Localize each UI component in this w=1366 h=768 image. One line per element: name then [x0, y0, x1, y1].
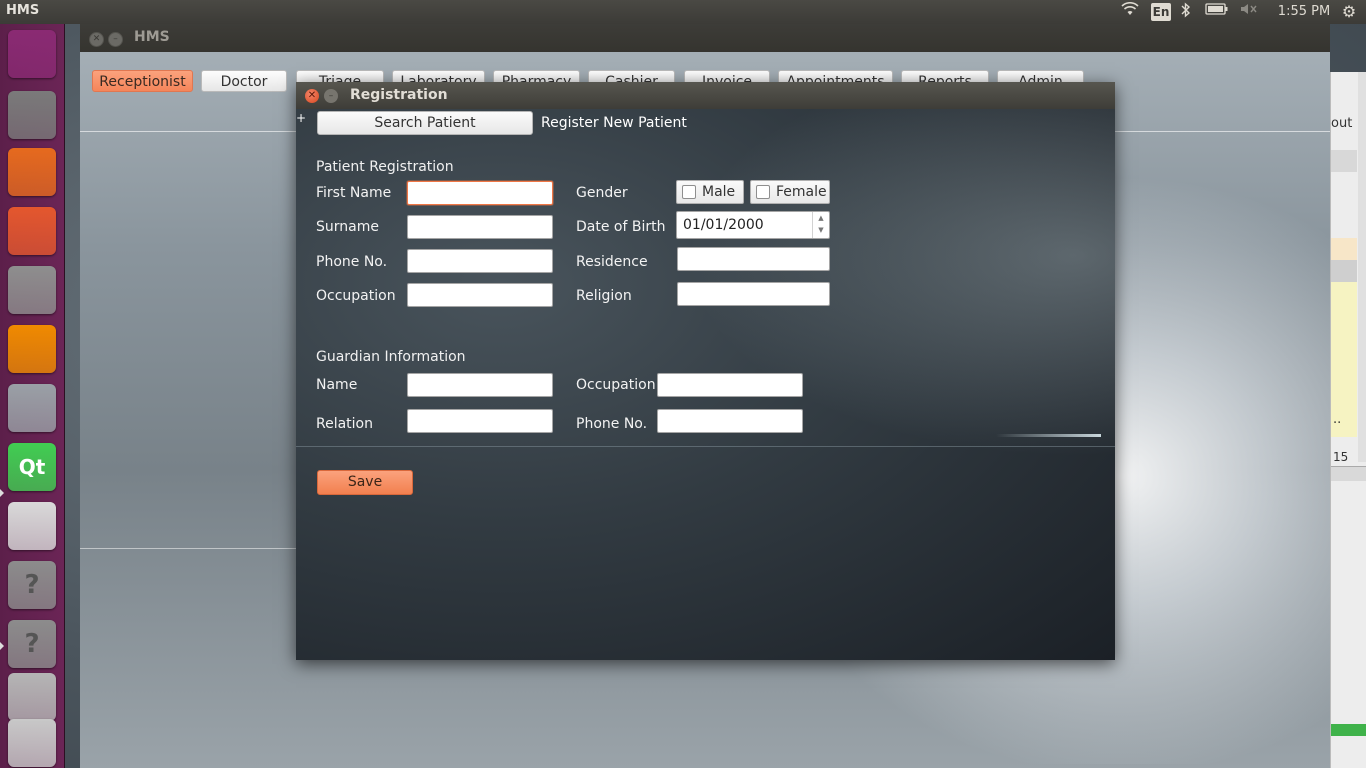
guardian-relation-label: Relation: [316, 416, 373, 432]
guardian-name-label: Name: [316, 377, 358, 393]
guardian-phone-input[interactable]: [657, 409, 803, 433]
background-window-edge: out .. 15: [1330, 72, 1366, 768]
running-indicator: [0, 642, 4, 650]
volume-muted-icon[interactable]: [1238, 2, 1260, 22]
toolbar-strip: [1331, 150, 1357, 172]
occupation-label: Occupation: [316, 288, 396, 304]
spin-up-icon[interactable]: ▲: [813, 214, 829, 222]
tab-search-patient[interactable]: Search Patient: [317, 111, 533, 135]
edge-ellipsis: ..: [1333, 412, 1342, 427]
residence-label: Residence: [576, 254, 648, 270]
running-indicator: [0, 489, 4, 497]
dob-value: 01/01/2000: [683, 217, 764, 233]
text-editor-icon[interactable]: [8, 502, 56, 550]
selected-row: [1331, 260, 1357, 282]
unknown-app-icon[interactable]: ?: [8, 620, 56, 668]
database-icon[interactable]: [8, 384, 56, 432]
qt-creator-icon[interactable]: Qt: [8, 443, 56, 491]
tab-receptionist[interactable]: Receptionist: [92, 70, 193, 92]
phone-input[interactable]: [407, 249, 553, 273]
window-title: HMS: [134, 29, 170, 45]
gender-male-checkbox[interactable]: Male: [676, 180, 744, 204]
unknown-app-icon[interactable]: ?: [8, 561, 56, 609]
gender-female-label: Female: [776, 184, 827, 200]
plus-icon: +: [296, 111, 307, 125]
guardian-information-heading: Guardian Information: [316, 349, 466, 365]
divider: [80, 548, 310, 549]
drive-icon[interactable]: [8, 673, 56, 721]
panel-header: [1331, 466, 1366, 481]
registration-dialog: ✕ – Registration + Search Patient Regist…: [296, 82, 1115, 660]
ubuntu-dash-icon[interactable]: [8, 30, 56, 78]
minimize-icon[interactable]: –: [324, 89, 338, 103]
firefox-icon[interactable]: [8, 148, 56, 196]
highlight-row: [1331, 238, 1357, 260]
dob-spinner[interactable]: ▲ ▼: [812, 212, 829, 238]
battery-icon[interactable]: [1204, 2, 1230, 22]
clock[interactable]: 1:55 PM: [1276, 2, 1332, 22]
guardian-relation-input[interactable]: [407, 409, 553, 433]
first-name-label: First Name: [316, 185, 392, 201]
religion-label: Religion: [576, 288, 632, 304]
top-panel: HMS En 1:55 PM ⚙: [0, 0, 1366, 24]
guardian-name-input[interactable]: [407, 373, 553, 397]
keyboard-layout-indicator[interactable]: En: [1151, 3, 1171, 21]
checkbox-icon: [756, 185, 770, 199]
patient-registration-heading: Patient Registration: [316, 159, 454, 175]
files-icon[interactable]: [8, 91, 56, 139]
first-name-input[interactable]: [407, 181, 553, 205]
save-button[interactable]: Save: [317, 470, 413, 495]
checkbox-icon: [682, 185, 696, 199]
gender-female-checkbox[interactable]: Female: [750, 180, 830, 204]
bluetooth-icon[interactable]: [1179, 2, 1193, 22]
close-icon[interactable]: ✕: [89, 32, 104, 47]
settings-gear-icon[interactable]: ⚙: [1338, 2, 1360, 22]
system-settings-icon[interactable]: [8, 266, 56, 314]
tab-doctor[interactable]: Doctor: [201, 70, 287, 92]
launcher: Qt??: [0, 24, 65, 768]
edge-label: out: [1331, 116, 1353, 131]
minimize-icon[interactable]: –: [108, 32, 123, 47]
guardian-occupation-label: Occupation: [576, 377, 656, 393]
vlc-icon[interactable]: [8, 325, 56, 373]
decorative-accent-line: [996, 434, 1101, 437]
edge-number: 15: [1333, 450, 1349, 464]
dialog-title: Registration: [350, 87, 448, 103]
dob-date-input[interactable]: 01/01/2000 ▲ ▼: [676, 211, 830, 239]
progress-strip: [1331, 724, 1366, 736]
close-icon[interactable]: ✕: [305, 89, 319, 103]
gender-label: Gender: [576, 185, 628, 201]
hms-titlebar: ✕ – HMS: [80, 24, 1330, 52]
scrollbar[interactable]: [1358, 72, 1366, 462]
phone-label: Phone No.: [316, 254, 388, 270]
guardian-phone-label: Phone No.: [576, 416, 648, 432]
form-separator: [296, 446, 1115, 447]
removable-drive-icon[interactable]: [8, 719, 56, 767]
tab-register-new-patient[interactable]: Register New Patient: [541, 115, 687, 131]
surname-label: Surname: [316, 219, 379, 235]
dob-label: Date of Birth: [576, 219, 666, 235]
active-app-title: HMS: [6, 3, 40, 18]
spin-down-icon[interactable]: ▼: [813, 226, 829, 234]
wifi-icon[interactable]: [1119, 2, 1141, 22]
guardian-occupation-input[interactable]: [657, 373, 803, 397]
software-center-icon[interactable]: [8, 207, 56, 255]
religion-input[interactable]: [677, 282, 830, 306]
dialog-titlebar: ✕ – Registration: [296, 82, 1115, 109]
gender-male-label: Male: [702, 184, 736, 200]
surname-input[interactable]: [407, 215, 553, 239]
occupation-input[interactable]: [407, 283, 553, 307]
residence-input[interactable]: [677, 247, 830, 271]
